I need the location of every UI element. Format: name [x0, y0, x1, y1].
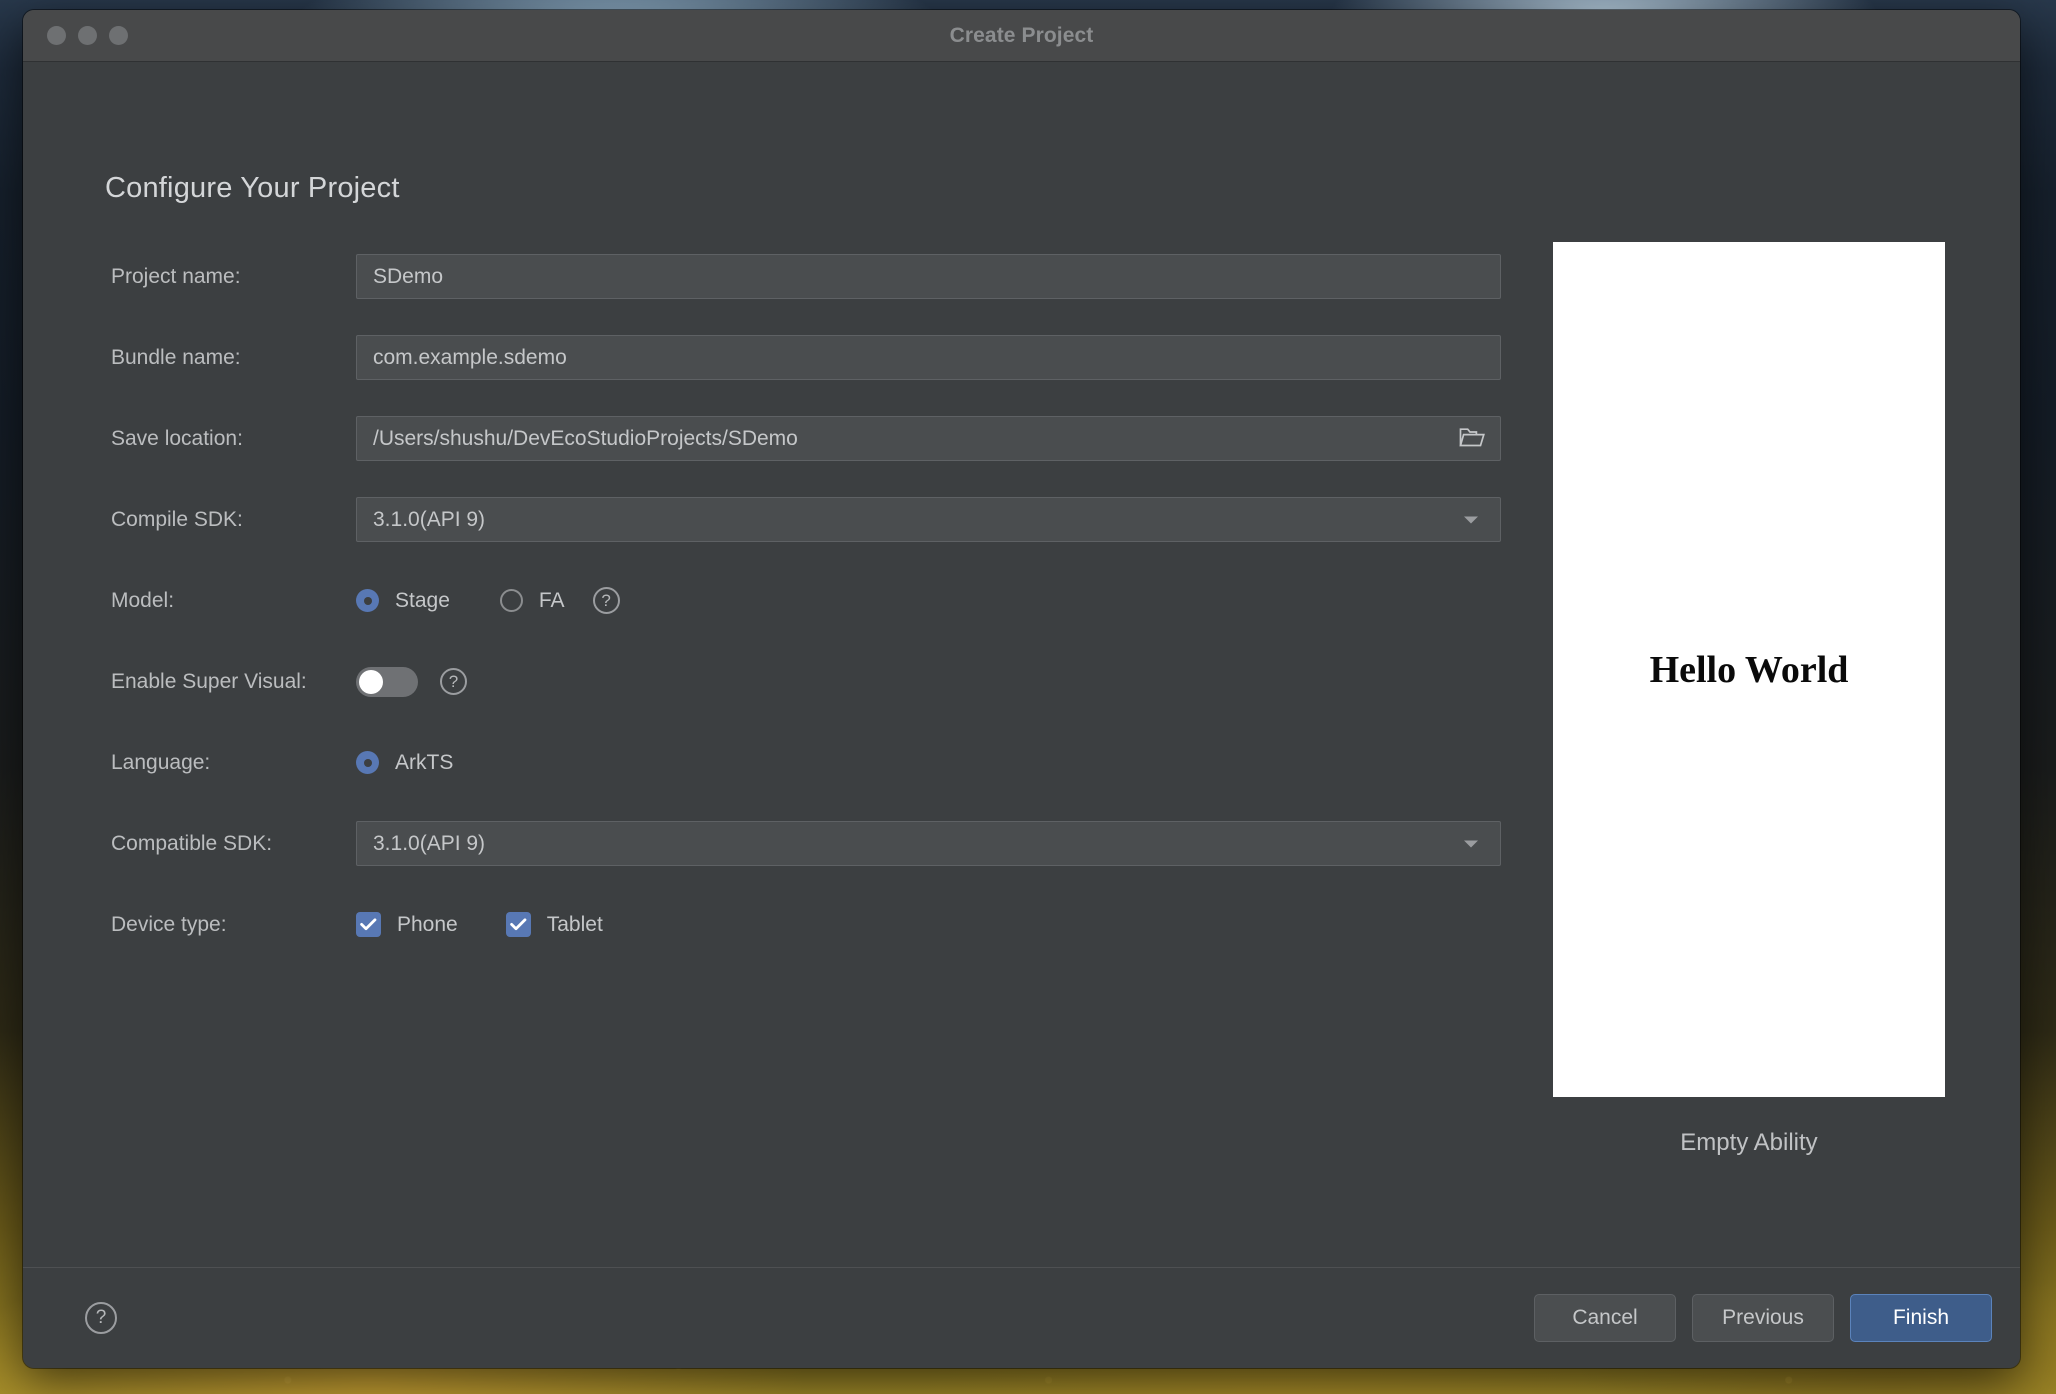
window-title: Create Project [949, 23, 1094, 47]
enable-super-visual-label: Enable Super Visual: [111, 669, 307, 693]
radio-unselected-icon [499, 589, 523, 612]
device-type-label: Device type: [111, 912, 227, 936]
compile-sdk-label: Compile SDK: [111, 507, 243, 531]
device-type-option-tablet[interactable]: Tablet [505, 912, 603, 937]
language-option-arkts[interactable]: ArkTS [356, 751, 453, 775]
field-row-language: Language: ArkTS [111, 740, 1501, 785]
bundle-name-input[interactable]: com.example.sdemo [356, 335, 1501, 380]
language-radio-group: ArkTS [356, 751, 1501, 775]
folder-icon [1459, 426, 1485, 451]
template-preview: Hello World Empty Ability [1553, 242, 1945, 1157]
bundle-name-label: Bundle name: [111, 345, 241, 369]
close-button[interactable] [47, 26, 66, 45]
save-location-label: Save location: [111, 426, 243, 450]
cancel-button[interactable]: Cancel [1534, 1294, 1676, 1342]
help-circle-icon[interactable]: ? [592, 587, 620, 614]
minimize-button[interactable] [78, 26, 97, 45]
field-row-enable-super-visual: Enable Super Visual: ? [111, 659, 1501, 704]
maximize-button[interactable] [109, 26, 128, 45]
field-row-project-name: Project name: SDemo [111, 254, 1501, 299]
field-row-save-location: Save location: /Users/shushu/DevEcoStudi… [111, 416, 1501, 461]
project-config-form: Project name: SDemo Bundle name: com.exa… [111, 254, 1501, 983]
compatible-sdk-value: 3.1.0(API 9) [373, 831, 486, 855]
field-row-compile-sdk: Compile SDK: 3.1.0(API 9) [111, 497, 1501, 542]
model-option-stage-label: Stage [395, 588, 450, 612]
field-row-bundle-name: Bundle name: com.example.sdemo [111, 335, 1501, 380]
dialog-footer: ? Cancel Previous Finish [23, 1267, 2020, 1368]
language-option-arkts-label: ArkTS [395, 750, 454, 774]
dialog-body: Configure Your Project Project name: SDe… [23, 62, 2020, 1267]
checkbox-checked-icon [356, 912, 381, 937]
browse-folder-button[interactable] [1444, 417, 1500, 460]
compatible-sdk-select[interactable]: 3.1.0(API 9) [356, 821, 1501, 866]
previous-button[interactable]: Previous [1692, 1294, 1834, 1342]
model-option-fa[interactable]: FA [499, 588, 565, 613]
compile-sdk-value: 3.1.0(API 9) [373, 507, 486, 531]
phone-preview-text: Hello World [1649, 648, 1849, 691]
device-type-option-tablet-label: Tablet [546, 912, 603, 936]
chevron-down-icon [1464, 840, 1478, 847]
model-radio-group: Stage FA ? [356, 587, 1501, 614]
help-circle-icon[interactable]: ? [85, 1302, 117, 1334]
compatible-sdk-label: Compatible SDK: [111, 831, 273, 855]
field-row-device-type: Device type: Phone Tablet [111, 902, 1501, 947]
project-name-label: Project name: [111, 264, 241, 288]
model-option-stage[interactable]: Stage [356, 589, 450, 613]
device-type-option-phone-label: Phone [397, 912, 458, 936]
create-project-dialog: Create Project Configure Your Project Pr… [23, 10, 2020, 1368]
compile-sdk-select[interactable]: 3.1.0(API 9) [356, 497, 1501, 542]
window-controls [47, 26, 128, 45]
page-title: Configure Your Project [105, 172, 400, 204]
model-label: Model: [111, 588, 175, 612]
toggle-knob [359, 669, 383, 694]
device-type-option-phone[interactable]: Phone [356, 912, 458, 937]
enable-super-visual-toggle[interactable] [356, 666, 418, 697]
radio-selected-icon [356, 751, 379, 774]
checkbox-checked-icon [505, 912, 531, 937]
help-circle-icon[interactable]: ? [440, 668, 467, 695]
project-name-input[interactable]: SDemo [356, 254, 1501, 299]
chevron-down-icon [1464, 516, 1478, 523]
model-option-fa-label: FA [538, 588, 565, 612]
radio-selected-icon [356, 589, 379, 612]
footer-button-group: Cancel Previous Finish [1534, 1294, 1992, 1342]
save-location-input[interactable]: /Users/shushu/DevEcoStudioProjects/SDemo [356, 416, 1501, 461]
window-titlebar: Create Project [23, 10, 2020, 62]
language-label: Language: [111, 750, 211, 774]
phone-preview-frame: Hello World [1553, 242, 1945, 1097]
preview-caption: Empty Ability [1680, 1129, 1818, 1156]
finish-button[interactable]: Finish [1850, 1294, 1992, 1342]
field-row-compatible-sdk: Compatible SDK: 3.1.0(API 9) [111, 821, 1501, 866]
field-row-model: Model: Stage FA ? [111, 578, 1501, 623]
